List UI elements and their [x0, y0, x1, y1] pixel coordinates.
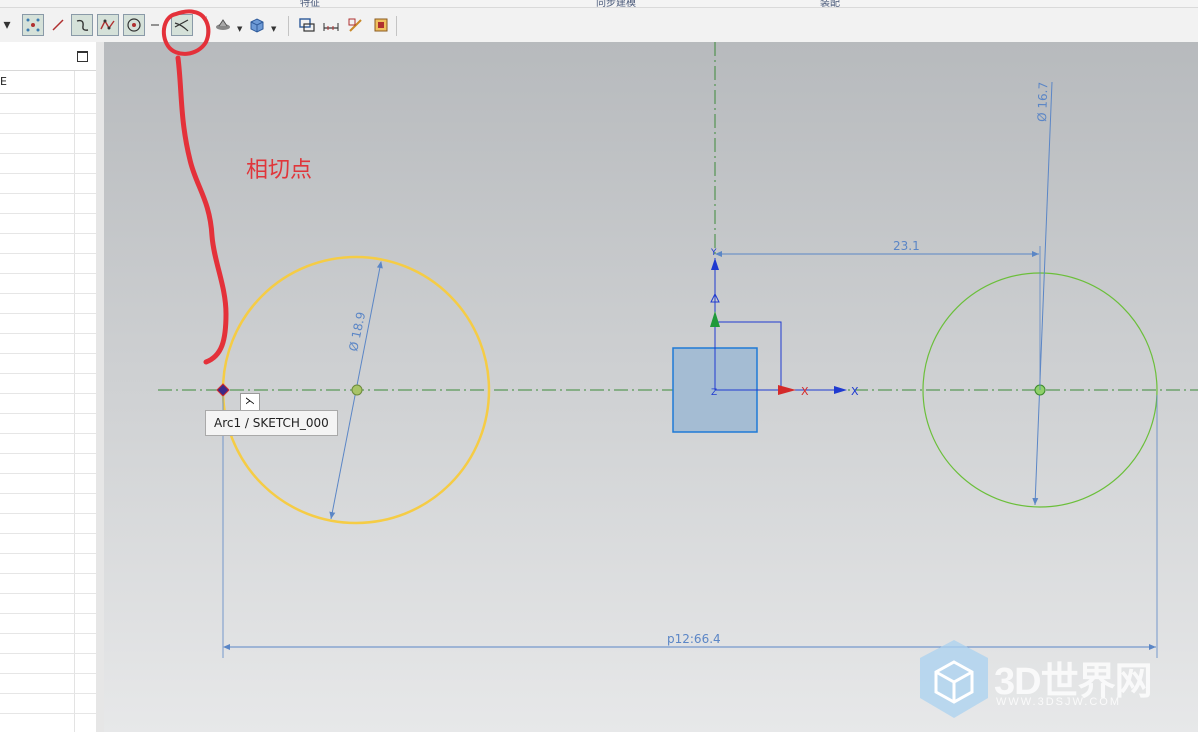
right-diameter-line: [1032, 81, 1053, 506]
annotation-loop: [161, 9, 211, 56]
sketch-canvas[interactable]: Ø 18.9 Ø 16.7 23.1 p12:66.4 X X Y Z: [0, 0, 1198, 732]
watermark-cube-icon: [920, 640, 988, 718]
watermark: 3D世界网 WWW.3DSJW.COM: [914, 636, 1184, 722]
selection-tooltip: Arc1 / SKETCH_000: [205, 410, 338, 436]
horizontal-offset-label[interactable]: 23.1: [893, 239, 920, 253]
z-axis-arrow: [710, 311, 720, 327]
z-axis-label: Z: [711, 388, 717, 398]
x-axis-arrow-blue: [834, 386, 847, 394]
right-diameter-label[interactable]: Ø 16.7: [1035, 82, 1050, 122]
y-axis-label: Y: [710, 248, 717, 258]
total-length-label[interactable]: p12:66.4: [667, 632, 721, 646]
tangent-point-marker[interactable]: [216, 383, 230, 397]
left-circle-center[interactable]: [351, 384, 363, 396]
y-axis-arrow: [711, 258, 719, 270]
x-axis-arrow-red: [778, 385, 796, 395]
watermark-url: WWW.3DSJW.COM: [996, 696, 1121, 708]
annotation-stroke: [175, 55, 229, 365]
tangent-point-annotation: 相切点: [246, 158, 313, 183]
x-axis-label-red: X: [801, 385, 809, 398]
tangent-cursor-icon: ⋋: [240, 393, 260, 411]
x-axis-label-blue: X: [851, 385, 859, 398]
